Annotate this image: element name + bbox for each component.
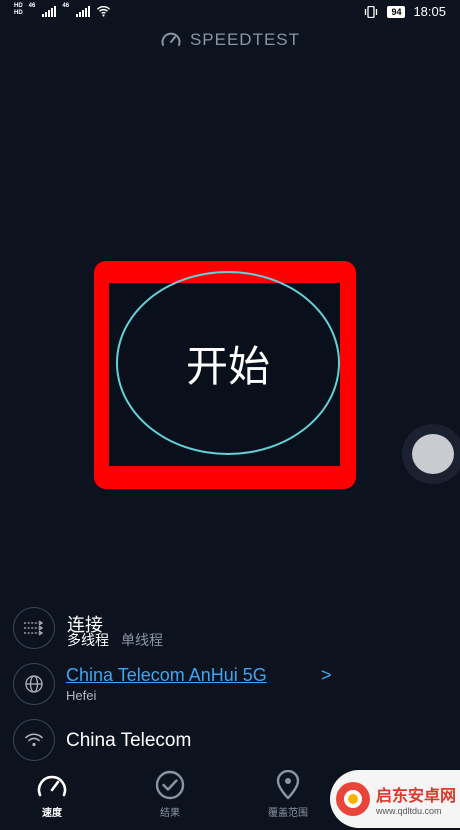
wifi-row-icon (13, 719, 55, 761)
map-pin-icon (276, 770, 300, 800)
floating-button-knob (412, 434, 454, 474)
clock: 18:05 (413, 4, 446, 19)
signal-icon-2 (76, 6, 91, 17)
chevron-right-icon[interactable]: > (321, 665, 332, 686)
app-header: SPEEDTEST (0, 30, 460, 50)
multi-thread-option[interactable]: 多线程 (67, 630, 109, 650)
network-type: 46 (28, 3, 36, 9)
watermark-text: 启东安卓网 www.qdltdu.com (376, 782, 456, 816)
hd-label-2: HD (14, 10, 23, 16)
connection-icon (13, 607, 55, 649)
watermark: 启东安卓网 www.qdltdu.com (330, 770, 460, 828)
battery-level: 94 (387, 5, 406, 18)
hd-label: HD (14, 3, 23, 9)
watermark-name: 启东安卓网 (376, 788, 457, 805)
tab-speed[interactable]: 速度 (22, 770, 82, 828)
tab-coverage[interactable]: 覆盖范围 (258, 770, 318, 828)
check-circle-icon (155, 770, 185, 800)
server-link[interactable]: China Telecom AnHui 5G (66, 665, 267, 686)
isp-name: China Telecom (66, 730, 192, 751)
signal-icon (42, 6, 57, 17)
single-thread-option[interactable]: 单线程 (121, 630, 163, 650)
watermark-url: www.qdltdu.com (376, 806, 442, 816)
globe-icon (13, 663, 55, 705)
network-type-2: 46 (62, 3, 70, 9)
gauge-icon (161, 32, 181, 46)
watermark-logo-icon (336, 782, 370, 816)
server-city: Hefei (66, 688, 97, 703)
tab-results[interactable]: 结果 (140, 770, 200, 828)
status-right: 94 18:05 (363, 4, 446, 19)
vibrate-icon (365, 5, 378, 18)
status-left: HD HD 46 46 (14, 3, 111, 17)
tab-results-label: 结果 (160, 808, 180, 819)
speed-gauge-icon (37, 775, 67, 797)
hd-indicator: HD HD (14, 3, 23, 17)
connection-options: 多线程 单线程 (67, 630, 163, 650)
tab-coverage-label: 覆盖范围 (268, 808, 308, 819)
floating-button[interactable] (402, 424, 460, 484)
status-bar: HD HD 46 46 94 18:05 (0, 0, 460, 26)
start-button[interactable]: 开始 (116, 271, 340, 455)
wifi-icon (97, 5, 111, 17)
app-title: SPEEDTEST (189, 30, 301, 49)
tab-speed-label: 速度 (42, 808, 62, 819)
